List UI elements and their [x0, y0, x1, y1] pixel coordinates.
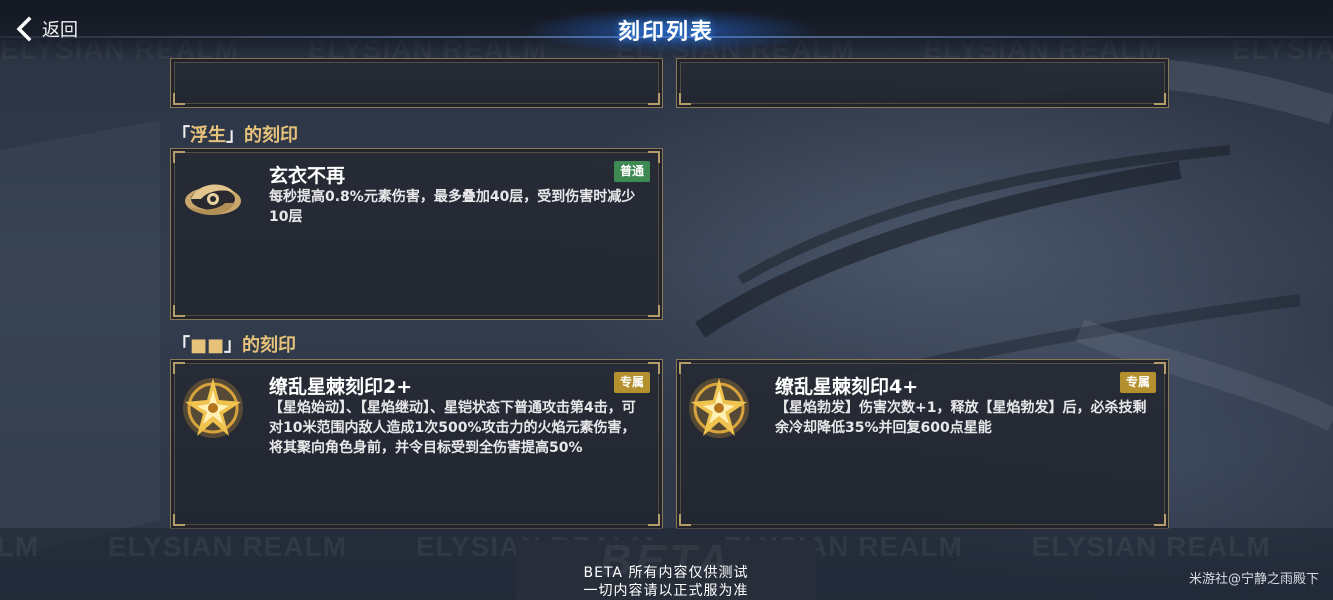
stigma-card-xuanyi[interactable]: 玄衣不再 普通 每秒提高0.8%元素伤害，最多叠加40层，受到伤害时减少10层: [170, 148, 663, 320]
section-header-fusheng: 「浮生」的刻印: [172, 121, 298, 147]
section-header-redacted: 「■■」的刻印: [172, 331, 296, 357]
card-corner: [173, 362, 185, 374]
stigma-card-2plus[interactable]: 缭乱星棘刻印2+ 专属 【星焰始动】、【星焰继动】、星铠状态下普通攻击第4击，可…: [170, 359, 663, 529]
bracket-close: 」: [224, 335, 243, 356]
back-label: 返回: [42, 20, 78, 41]
card-corner: [173, 93, 185, 105]
card-corner: [173, 151, 185, 163]
watermark-text: ELYSIAN REALM: [0, 531, 40, 562]
section-name: ■■: [190, 335, 225, 356]
top-bar: 刻印列表 返回: [0, 0, 1333, 62]
chevron-left-icon: [16, 16, 32, 42]
card-corner: [1154, 514, 1166, 526]
stigma-name: 缭乱星棘刻印4+: [775, 376, 919, 398]
credit-watermark: 米游社@宁静之雨殿下: [1188, 572, 1319, 587]
card-partial-left[interactable]: [170, 58, 663, 108]
rarity-badge: 普通: [613, 161, 650, 182]
card-corner: [173, 514, 185, 526]
rarity-badge: 专属: [1119, 372, 1156, 393]
beta-notice-line2: 一切内容请以正式服为准: [583, 583, 749, 599]
stigma-card-4plus[interactable]: 缭乱星棘刻印4+ 专属 【星焰勃发】伤害次数+1，释放【星焰勃发】后，必杀技剩余…: [676, 359, 1169, 529]
card-corner: [679, 93, 691, 105]
bracket-open: 「: [172, 335, 190, 356]
card-corner: [679, 514, 691, 526]
section-suffix: 的刻印: [244, 125, 298, 146]
stigma-description: 每秒提高0.8%元素伤害，最多叠加40层，受到伤害时减少10层: [269, 189, 636, 225]
back-button[interactable]: 返回: [14, 14, 78, 44]
card-corner: [648, 305, 660, 317]
swirl-emblem-icon: [185, 184, 241, 215]
bracket-close: 」: [226, 125, 244, 146]
card-corner: [648, 93, 660, 105]
card-corner: [648, 514, 660, 526]
section-suffix: 的刻印: [242, 335, 297, 356]
watermark-text: ELYSIAN REALM: [1031, 531, 1271, 562]
card-corner: [679, 362, 691, 374]
beta-notice-line1: BETA 所有内容仅供测试: [583, 565, 749, 581]
section-name: 浮生: [190, 125, 226, 146]
stigma-description: 【星焰始动】、【星焰继动】、星铠状态下普通攻击第4击，可对10米范围内敌人造成1…: [269, 400, 636, 456]
card-corner: [1154, 93, 1166, 105]
page-title: 刻印列表: [617, 20, 714, 45]
stigma-name: 玄衣不再: [269, 165, 346, 187]
card-corner: [173, 305, 185, 317]
star-thorn-emblem-icon: [689, 378, 749, 438]
stigma-description: 【星焰勃发】伤害次数+1，释放【星焰勃发】后，必杀技剩余冷却降低35%并回复60…: [775, 400, 1147, 436]
rarity-badge: 专属: [613, 372, 650, 393]
stigma-name: 缭乱星棘刻印2+: [269, 376, 413, 398]
star-thorn-emblem-icon: [183, 378, 243, 438]
bracket-open: 「: [172, 125, 190, 146]
watermark-text: ELYSIAN REALM: [107, 531, 347, 562]
card-partial-right[interactable]: [676, 58, 1169, 108]
